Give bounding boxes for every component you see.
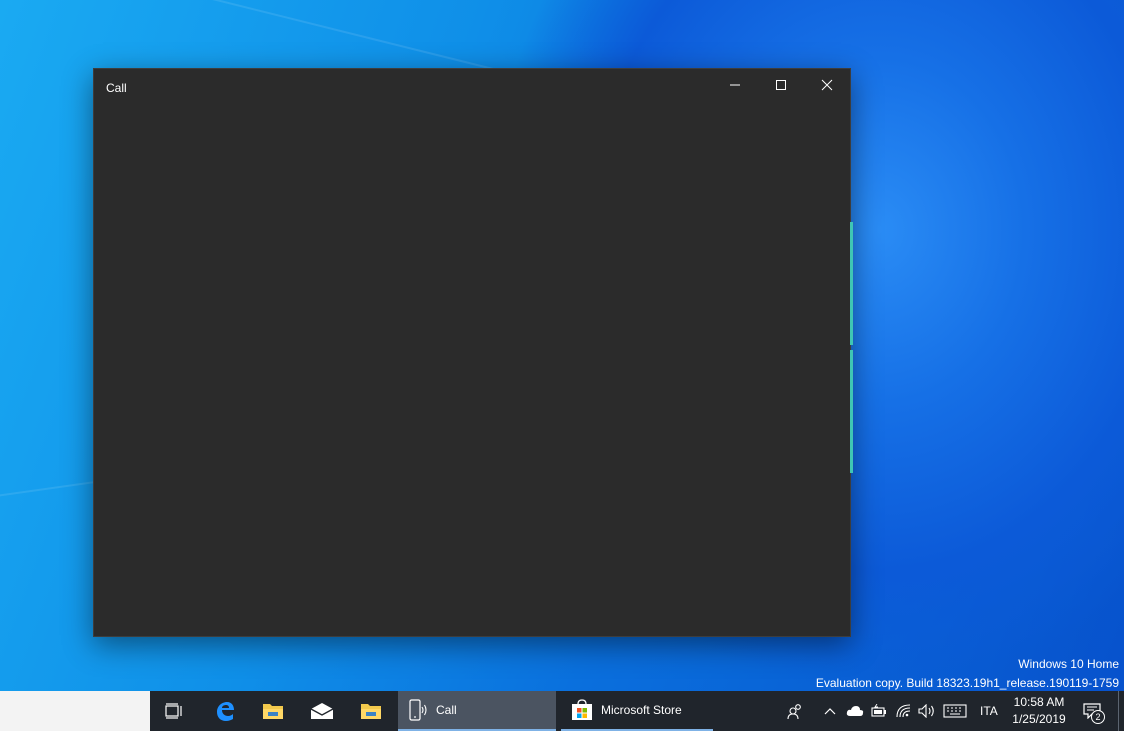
- battery-icon: [871, 704, 886, 717]
- mail-icon: [310, 703, 334, 719]
- file-explorer-icon: [263, 704, 283, 719]
- network-button[interactable]: [892, 691, 916, 731]
- onedrive-button[interactable]: [843, 691, 867, 731]
- maximize-icon: [776, 80, 786, 90]
- people-button[interactable]: [783, 691, 807, 731]
- call-window: Call: [93, 68, 851, 637]
- touch-keyboard-button[interactable]: [940, 691, 970, 731]
- clock-date: 1/25/2019: [1012, 712, 1066, 726]
- file-explorer-icon: [361, 704, 381, 719]
- edge-icon: [217, 702, 234, 721]
- close-button[interactable]: [804, 69, 850, 101]
- taskbar-app-call[interactable]: Call: [398, 691, 556, 731]
- minimize-icon: [730, 84, 740, 86]
- edge-button[interactable]: [201, 691, 249, 731]
- store-icon: [572, 699, 592, 720]
- file-explorer-button[interactable]: [249, 691, 297, 731]
- cloud-icon: [846, 706, 864, 716]
- clock[interactable]: 10:58 AM 1/25/2019: [1006, 694, 1072, 728]
- file-explorer-button-2[interactable]: [347, 691, 395, 731]
- task-view-button[interactable]: [150, 691, 198, 731]
- people-icon: [787, 704, 801, 719]
- speaker-icon: [918, 704, 934, 718]
- notification-badge: 2: [1091, 710, 1105, 724]
- search-box[interactable]: [0, 691, 150, 731]
- task-view-icon: [165, 703, 182, 719]
- wifi-icon: [896, 704, 911, 718]
- window-content: [94, 105, 850, 636]
- window-title: Call: [106, 81, 127, 95]
- show-hidden-icons-button[interactable]: [818, 691, 842, 731]
- taskbar-app-label: Microsoft Store: [601, 703, 682, 717]
- show-desktop-button[interactable]: [1118, 691, 1124, 731]
- taskbar-app-store[interactable]: Microsoft Store: [561, 691, 713, 731]
- keyboard-icon: [943, 704, 967, 718]
- window-edge-accent: [850, 350, 853, 473]
- minimize-button[interactable]: [712, 69, 758, 101]
- edition-watermark: Windows 10 Home: [1018, 657, 1119, 671]
- chevron-up-icon: [824, 708, 836, 715]
- window-edge-accent: [850, 222, 853, 345]
- input-language[interactable]: ITA: [980, 691, 998, 731]
- taskbar-app-label: Call: [436, 703, 457, 717]
- close-icon: [821, 79, 833, 91]
- build-watermark: Evaluation copy. Build 18323.19h1_releas…: [815, 676, 1119, 690]
- phone-icon: [409, 699, 427, 721]
- volume-button[interactable]: [915, 691, 939, 731]
- mail-button[interactable]: [298, 691, 346, 731]
- title-bar[interactable]: Call: [94, 69, 850, 105]
- taskbar: Call Microsoft Store ITA 10:58 AM 1/25/2…: [0, 691, 1124, 731]
- maximize-button[interactable]: [758, 69, 804, 101]
- clock-time: 10:58 AM: [1013, 695, 1065, 709]
- battery-button[interactable]: [867, 691, 891, 731]
